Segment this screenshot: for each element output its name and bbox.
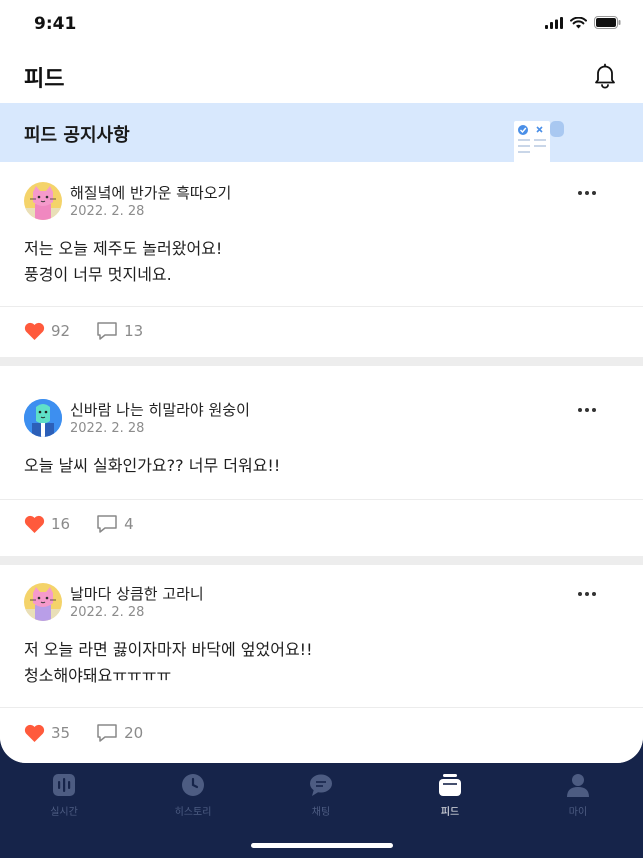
section-gap — [0, 357, 643, 366]
feed-icon — [439, 774, 461, 796]
heart-icon — [24, 724, 45, 742]
status-time: 9:41 — [34, 14, 77, 34]
like-count: 35 — [51, 724, 71, 742]
comment-icon — [97, 322, 117, 340]
tab-my[interactable]: 마이 — [538, 773, 618, 818]
avatar[interactable] — [24, 182, 62, 220]
post-body: 저는 오늘 제주도 놀러왔어요! 풍경이 너무 멋지네요. — [24, 239, 223, 284]
signal-icon — [545, 16, 563, 29]
tab-history[interactable]: 히스토리 — [153, 773, 233, 818]
comment-count: 13 — [124, 322, 144, 340]
comment-button[interactable]: 20 — [96, 723, 143, 743]
chat-icon — [310, 774, 332, 796]
divider — [0, 306, 643, 307]
tab-label: 히스토리 — [174, 807, 212, 818]
more-options-icon[interactable] — [575, 186, 599, 200]
post-author: 신바람 나는 히말라야 원숭이 — [70, 401, 250, 419]
tab-label: 실시간 — [50, 807, 78, 818]
clock-icon — [182, 774, 204, 796]
monkey-avatar-icon — [24, 399, 62, 437]
bell-icon[interactable] — [591, 61, 619, 89]
post-author: 해질녘에 반가운 흑따오기 — [70, 184, 232, 202]
tab-live[interactable]: 실시간 — [24, 773, 104, 818]
comment-count: 4 — [124, 515, 134, 533]
divider — [0, 499, 643, 500]
post-actions: 92 13 — [24, 321, 169, 341]
live-icon — [53, 774, 75, 796]
section-gap — [0, 556, 643, 565]
wifi-icon — [570, 16, 587, 28]
feed-screen: 9:41 피드 피드 공지사항 해질녘에 반가운 흑따오기 2022. 2. 2… — [0, 0, 643, 763]
like-button[interactable]: 35 — [24, 724, 70, 743]
post-date: 2022. 2. 28 — [70, 421, 145, 436]
divider — [0, 707, 643, 708]
heart-icon — [24, 515, 45, 533]
cat-avatar-icon — [24, 186, 62, 220]
page-header: 피드 — [0, 48, 643, 102]
status-bar: 9:41 — [0, 0, 643, 48]
comment-icon — [97, 724, 117, 742]
deer-avatar-icon — [24, 587, 62, 621]
tab-label: 채팅 — [311, 807, 331, 818]
notice-label: 피드 공지사항 — [24, 125, 130, 146]
tab-label: 피드 — [440, 807, 460, 818]
like-button[interactable]: 16 — [24, 515, 70, 534]
post-date: 2022. 2. 28 — [70, 204, 145, 219]
avatar[interactable] — [24, 583, 62, 621]
post-actions: 16 4 — [24, 514, 160, 534]
more-options-icon[interactable] — [575, 587, 599, 601]
status-icons — [545, 16, 621, 29]
comment-count: 20 — [124, 724, 144, 742]
like-count: 16 — [51, 515, 71, 533]
avatar[interactable] — [24, 399, 62, 437]
home-indicator — [251, 843, 393, 848]
post-body: 오늘 날씨 실화인가요?? 너무 더워요!! — [24, 456, 281, 475]
like-button[interactable]: 92 — [24, 322, 70, 341]
feed-post: 날마다 상큼한 고라니 2022. 2. 28 저 오늘 라면 끓이자마자 바닥… — [0, 565, 643, 763]
heart-icon — [24, 322, 45, 340]
like-count: 92 — [51, 322, 71, 340]
tab-feed[interactable]: 피드 — [410, 773, 490, 818]
notice-banner[interactable]: 피드 공지사항 — [0, 103, 643, 165]
page-title: 피드 — [24, 67, 65, 92]
post-body: 저 오늘 라면 끓이자마자 바닥에 엎었어요!! 청소해야돼요ㅠㅠㅠㅠ — [24, 640, 313, 685]
comment-button[interactable]: 13 — [96, 321, 143, 341]
post-author: 날마다 상큼한 고라니 — [70, 585, 204, 603]
person-icon — [567, 774, 589, 797]
post-date: 2022. 2. 28 — [70, 605, 145, 620]
tab-chat[interactable]: 채팅 — [281, 773, 361, 818]
feed-post: 해질녘에 반가운 흑따오기 2022. 2. 28 저는 오늘 제주도 놀러왔어… — [0, 163, 643, 357]
tab-label: 마이 — [568, 807, 588, 818]
battery-icon — [594, 16, 621, 29]
more-options-icon[interactable] — [575, 403, 599, 417]
comment-button[interactable]: 4 — [96, 514, 134, 534]
post-actions: 35 20 — [24, 723, 169, 743]
notice-illustration-icon — [514, 121, 564, 165]
comment-icon — [97, 515, 117, 533]
feed-post: 신바람 나는 히말라야 원숭이 2022. 2. 28 오늘 날씨 실화인가요?… — [0, 366, 643, 556]
